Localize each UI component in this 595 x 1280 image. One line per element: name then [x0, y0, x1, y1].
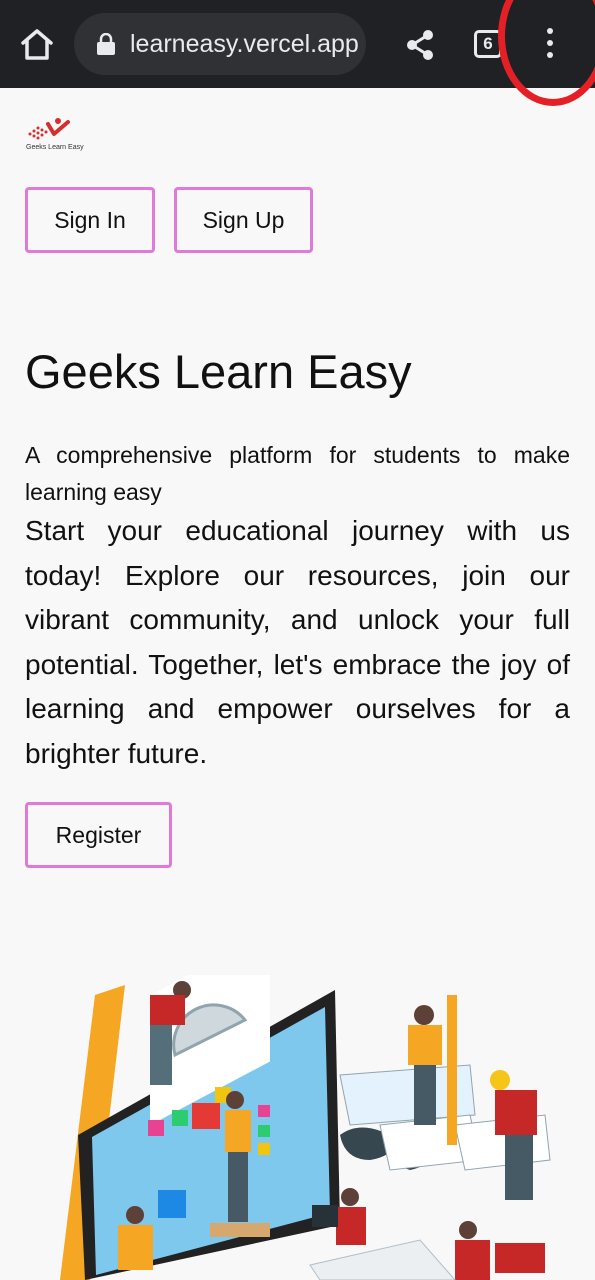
hero-description: Start your educational journey with us t…: [25, 515, 570, 769]
url-text: learneasy.vercel.app: [130, 30, 359, 58]
hero-title: Geeks Learn Easy: [25, 345, 412, 398]
register-button[interactable]: Register: [25, 802, 172, 868]
logo-text: Geeks Learn Easy: [26, 144, 84, 151]
sign-in-button[interactable]: Sign In: [25, 187, 155, 253]
home-icon[interactable]: [18, 26, 56, 64]
address-bar[interactable]: learneasy.vercel.app: [74, 13, 366, 75]
share-icon[interactable]: [404, 28, 436, 62]
lock-icon: [97, 33, 115, 55]
hero-subtitle: A comprehensive platform for students to…: [25, 442, 570, 505]
tab-count: 6: [483, 34, 493, 53]
sign-up-button[interactable]: Sign Up: [174, 187, 313, 253]
hero-illustration: [60, 975, 551, 1280]
highlight-circle: [498, 0, 595, 106]
